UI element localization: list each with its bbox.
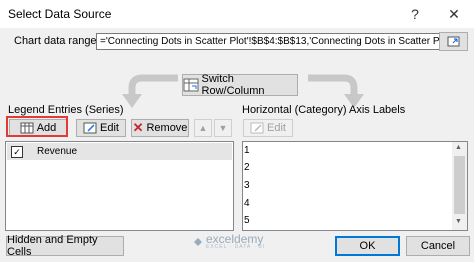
hidden-empty-cells-button[interactable]: Hidden and Empty Cells xyxy=(6,234,124,258)
chart-data-range-label: Chart data range: xyxy=(14,35,100,47)
scrollbar-thumb[interactable] xyxy=(454,156,465,214)
series-name: Revenue xyxy=(37,146,78,157)
ok-label: OK xyxy=(359,240,376,252)
switch-row-column-icon xyxy=(183,78,199,92)
remove-x-icon: ✕ xyxy=(132,120,144,135)
move-down-button[interactable]: ▼ xyxy=(214,119,232,137)
axis-label-item: 2 xyxy=(244,162,250,173)
edit-series-label: Edit xyxy=(100,122,119,134)
axis-labels-heading: Horizontal (Category) Axis Labels xyxy=(242,104,406,116)
left-curved-arrow-icon xyxy=(122,74,178,108)
dialog-title: Select Data Source xyxy=(8,7,112,21)
axis-label-item: 1 xyxy=(244,145,250,156)
switch-row-column-label: Switch Row/Column xyxy=(201,73,265,97)
cancel-label: Cancel xyxy=(420,240,456,252)
axis-label-item: 4 xyxy=(244,198,250,209)
exceldemy-logo-icon xyxy=(194,237,202,246)
edit-axis-button[interactable]: Edit xyxy=(243,119,293,137)
chart-data-range-input[interactable]: ='Connecting Dots in Scatter Plot'!$B$4:… xyxy=(96,33,440,50)
series-list-item[interactable]: ✓ Revenue xyxy=(7,143,232,160)
add-series-icon xyxy=(20,122,34,134)
edit-series-button[interactable]: Edit xyxy=(76,119,126,137)
remove-series-label: Remove xyxy=(146,122,188,134)
axis-label-item: 5 xyxy=(244,215,250,226)
scroll-up-icon[interactable]: ▲ xyxy=(455,144,462,151)
collapse-range-button[interactable] xyxy=(439,32,468,51)
cancel-button[interactable]: Cancel xyxy=(406,236,470,256)
move-up-icon: ▲ xyxy=(198,123,208,133)
legend-entries-heading: Legend Entries (Series) xyxy=(8,104,124,116)
ok-button[interactable]: OK xyxy=(335,236,400,256)
range-select-icon xyxy=(447,36,460,47)
series-list[interactable]: ✓ Revenue xyxy=(5,141,234,231)
series-checkbox[interactable]: ✓ xyxy=(11,146,23,158)
edit-axis-icon xyxy=(250,122,264,134)
move-up-button[interactable]: ▲ xyxy=(194,119,212,137)
edit-series-icon xyxy=(83,122,97,134)
add-series-button[interactable]: Add xyxy=(9,119,67,137)
switch-row-column-button[interactable]: Switch Row/Column xyxy=(182,73,298,97)
help-icon[interactable]: ? xyxy=(405,4,425,24)
axis-list-scrollbar[interactable]: ▲ ▼ xyxy=(452,142,467,230)
watermark-tagline: EXCEL · DATA · BI xyxy=(206,244,266,250)
axis-label-item: 3 xyxy=(244,180,250,191)
hidden-empty-cells-label: Hidden and Empty Cells xyxy=(7,234,98,258)
watermark: exceldemy EXCEL · DATA · BI xyxy=(192,233,265,250)
remove-series-button[interactable]: ✕ Remove xyxy=(131,119,189,137)
edit-axis-label: Edit xyxy=(267,122,286,134)
move-down-icon: ▼ xyxy=(218,123,228,133)
axis-labels-list[interactable]: 1 2 3 4 5 ▲ ▼ xyxy=(242,141,468,231)
scroll-down-icon[interactable]: ▼ xyxy=(455,218,462,225)
close-icon[interactable]: ✕ xyxy=(444,4,464,24)
add-series-label: Add xyxy=(36,122,57,134)
